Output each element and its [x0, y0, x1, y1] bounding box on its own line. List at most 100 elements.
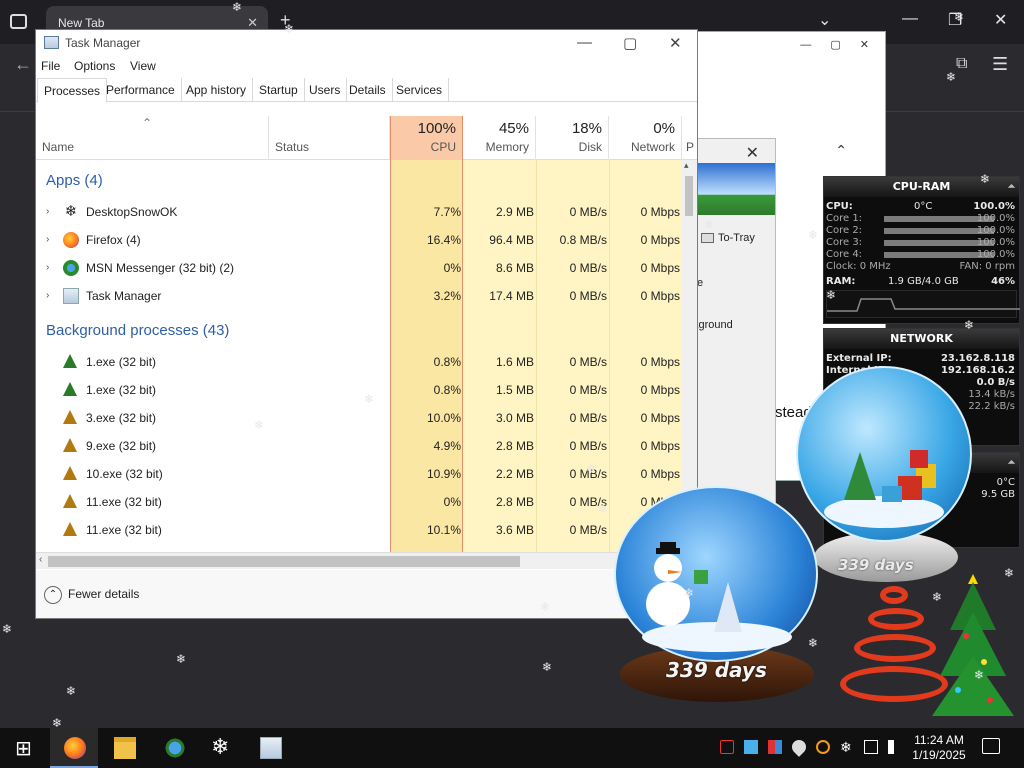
clock-date: 1/19/2025 — [912, 748, 966, 762]
browser-minimize-icon[interactable]: — — [902, 10, 918, 28]
vertical-scroll-thumb[interactable] — [685, 176, 693, 216]
tray-snowflake-icon[interactable]: ❄ — [840, 740, 854, 754]
snowman-snow-globe[interactable]: 339 days — [612, 486, 822, 706]
taskbar-file-explorer[interactable] — [100, 728, 148, 768]
table-row[interactable]: 10.exe (32 bit) 10.9% 2.2 MB 0 MB/s 0 Mbps — [36, 460, 697, 488]
expand-chevron-icon[interactable]: › — [46, 234, 49, 245]
tab-processes[interactable]: Processes — [37, 78, 108, 103]
snowflake-icon: ❄ — [964, 318, 975, 332]
network-title: NETWORK — [890, 332, 953, 345]
snowflake-app-icon: ❄ — [211, 734, 230, 759]
to-tray-button[interactable]: To-Tray — [701, 232, 755, 244]
tab-startup[interactable]: Startup — [253, 78, 305, 102]
process-name: 9.exe (32 bit) — [86, 439, 157, 453]
back-arrow-icon[interactable]: ← — [14, 54, 32, 75]
menu-options[interactable]: Options — [74, 59, 115, 73]
background-window-controls[interactable]: — ▢ ✕ — [800, 38, 877, 51]
group-apps[interactable]: Apps (4) — [46, 172, 103, 189]
minimize-icon[interactable]: — — [577, 34, 592, 51]
process-name: MSN Messenger (32 bit) (2) — [86, 261, 235, 275]
taskbar-desktopsnowok[interactable]: ❄ — [198, 728, 246, 768]
column-header-memory[interactable]: 45% Memory — [463, 116, 536, 160]
column-header-cpu[interactable]: 100% CPU — [390, 116, 463, 160]
drive-gadget-collapse-icon[interactable]: ⏶ — [1008, 453, 1015, 473]
table-row[interactable]: 3.exe (32 bit) 10.0% 3.0 MB 0 MB/s 0 Mbps — [36, 404, 697, 432]
messenger-icon — [63, 260, 79, 276]
column-header-status[interactable]: Status — [269, 116, 390, 160]
horizontal-scroll-thumb[interactable] — [48, 556, 520, 567]
taskbar-clock[interactable]: 11:24 AM 1/19/2025 — [908, 733, 970, 763]
horizontal-scrollbar[interactable]: ‹ — [36, 552, 697, 569]
tray-search-icon[interactable] — [816, 740, 830, 754]
expand-chevron-icon[interactable]: › — [46, 290, 49, 301]
column-header-disk[interactable]: 18% Disk — [536, 116, 609, 160]
table-row[interactable]: 11.exe (32 bit)10.1%3.6 MB0 MB/s0 Mbps — [36, 516, 697, 544]
process-name: 1.exe (32 bit) — [86, 355, 157, 369]
expand-chevron-icon[interactable]: › — [46, 206, 49, 217]
scroll-up-icon[interactable]: ⌃ — [835, 142, 847, 159]
browser-menu-icon[interactable]: ☰ — [992, 54, 1008, 75]
process-network-value: 0 Mbps — [640, 439, 680, 453]
gadget-collapse-icon[interactable]: ⏶ — [1008, 177, 1015, 197]
group-background-processes[interactable]: Background processes (43) — [46, 322, 229, 339]
tab-performance[interactable]: Performance — [100, 78, 182, 102]
table-row[interactable]: 9.exe (32 bit) 4.9% 2.8 MB 0 MB/s 0 Mbps — [36, 432, 697, 460]
tray-volume-icon[interactable] — [888, 740, 898, 754]
expand-chevron-icon[interactable]: › — [46, 262, 49, 273]
table-row[interactable]: › Firefox (4) 16.4% 96.4 MB 0.8 MB/s 0 Mbps — [36, 226, 697, 254]
tray-droplet-icon[interactable] — [789, 737, 809, 757]
table-row[interactable]: › MSN Messenger (32 bit) (2) 0% 8.6 MB 0 MB/… — [36, 254, 697, 282]
column-network-label: Network — [630, 140, 675, 154]
task-manager-title: Task Manager — [65, 36, 141, 50]
maximize-icon[interactable]: ▢ — [623, 34, 637, 52]
taskbar-firefox[interactable] — [50, 728, 98, 768]
taskbar-msn-messenger[interactable] — [150, 728, 198, 768]
process-cpu-value: 0% — [443, 495, 461, 509]
notification-center-icon[interactable] — [982, 738, 1000, 754]
browser-close-icon[interactable]: ✕ — [994, 10, 1007, 30]
tray-blue-square-icon[interactable] — [744, 740, 758, 754]
column-header-power[interactable]: P — [682, 116, 698, 160]
extension-icon[interactable]: ⧉ — [956, 55, 967, 73]
tray-network-icon[interactable] — [864, 740, 878, 754]
start-button[interactable]: ⊞ — [0, 728, 48, 768]
process-name: Firefox (4) — [86, 233, 141, 247]
core-2-label: Core 2: — [826, 225, 863, 236]
dialog-background-option[interactable]: kground — [693, 319, 733, 331]
column-header-name[interactable]: ⌃ Name — [36, 116, 269, 160]
scroll-left-arrow-icon[interactable]: ‹ — [39, 554, 42, 565]
tab-users[interactable]: Users — [303, 78, 348, 102]
messenger-icon — [164, 737, 186, 759]
process-disk-value: 0 MB/s — [569, 205, 607, 219]
column-header-network[interactable]: 0% Network — [609, 116, 682, 160]
task-manager-icon — [63, 288, 79, 304]
tab-app-history[interactable]: App history — [180, 78, 254, 102]
column-header-row: ⌃ Name Status 100% CPU 45% Memory 18% Di… — [36, 116, 697, 160]
close-icon[interactable]: ✕ — [669, 34, 682, 52]
snowflake-icon: ❄ — [540, 600, 551, 614]
tab-overview-icon[interactable] — [10, 14, 27, 29]
cpu-ram-gadget[interactable]: CPU-RAM ⏶ CPU: 0°C 100.0% Core 1: 100.0% Cor… — [823, 176, 1020, 324]
tray-app-icon[interactable] — [768, 740, 782, 754]
fewer-details-button[interactable]: ⌃ Fewer details — [44, 586, 139, 604]
menu-file[interactable]: File — [41, 59, 60, 73]
table-row[interactable]: 1.exe (32 bit) 0.8% 1.6 MB 0 MB/s 0 Mbps — [36, 348, 697, 376]
snowflake-icon: ❄ — [586, 462, 597, 476]
spiral-ring-1 — [880, 586, 908, 604]
sort-ascending-icon: ⌃ — [142, 116, 153, 130]
menu-view[interactable]: View — [130, 59, 156, 73]
network-rate-3: 22.2 kB/s — [968, 401, 1015, 412]
dialog-preview-image — [695, 163, 775, 215]
tray-screen-icon[interactable] — [720, 740, 734, 754]
dialog-close-icon[interactable]: ✕ — [746, 143, 759, 163]
table-row[interactable]: › ❄ DesktopSnowOK 7.7% 2.9 MB 0 MB/s 0 Mbps — [36, 198, 697, 226]
tree-snow-globe[interactable]: 339 days — [796, 366, 974, 586]
tab-list-chevron-icon[interactable]: ⌄ — [818, 10, 831, 30]
tab-details[interactable]: Details — [343, 78, 393, 102]
task-manager-titlebar[interactable]: Task Manager — ▢ ✕ — [36, 30, 697, 56]
taskbar-task-manager[interactable] — [246, 728, 294, 768]
tab-services[interactable]: Services — [390, 78, 450, 102]
scroll-up-arrow-icon[interactable]: ▴ — [684, 160, 689, 171]
table-row[interactable]: › Task Manager 3.2% 17.4 MB 0 MB/s 0 Mbps — [36, 282, 697, 310]
desktopsnow-icon: ❄ — [64, 203, 78, 220]
